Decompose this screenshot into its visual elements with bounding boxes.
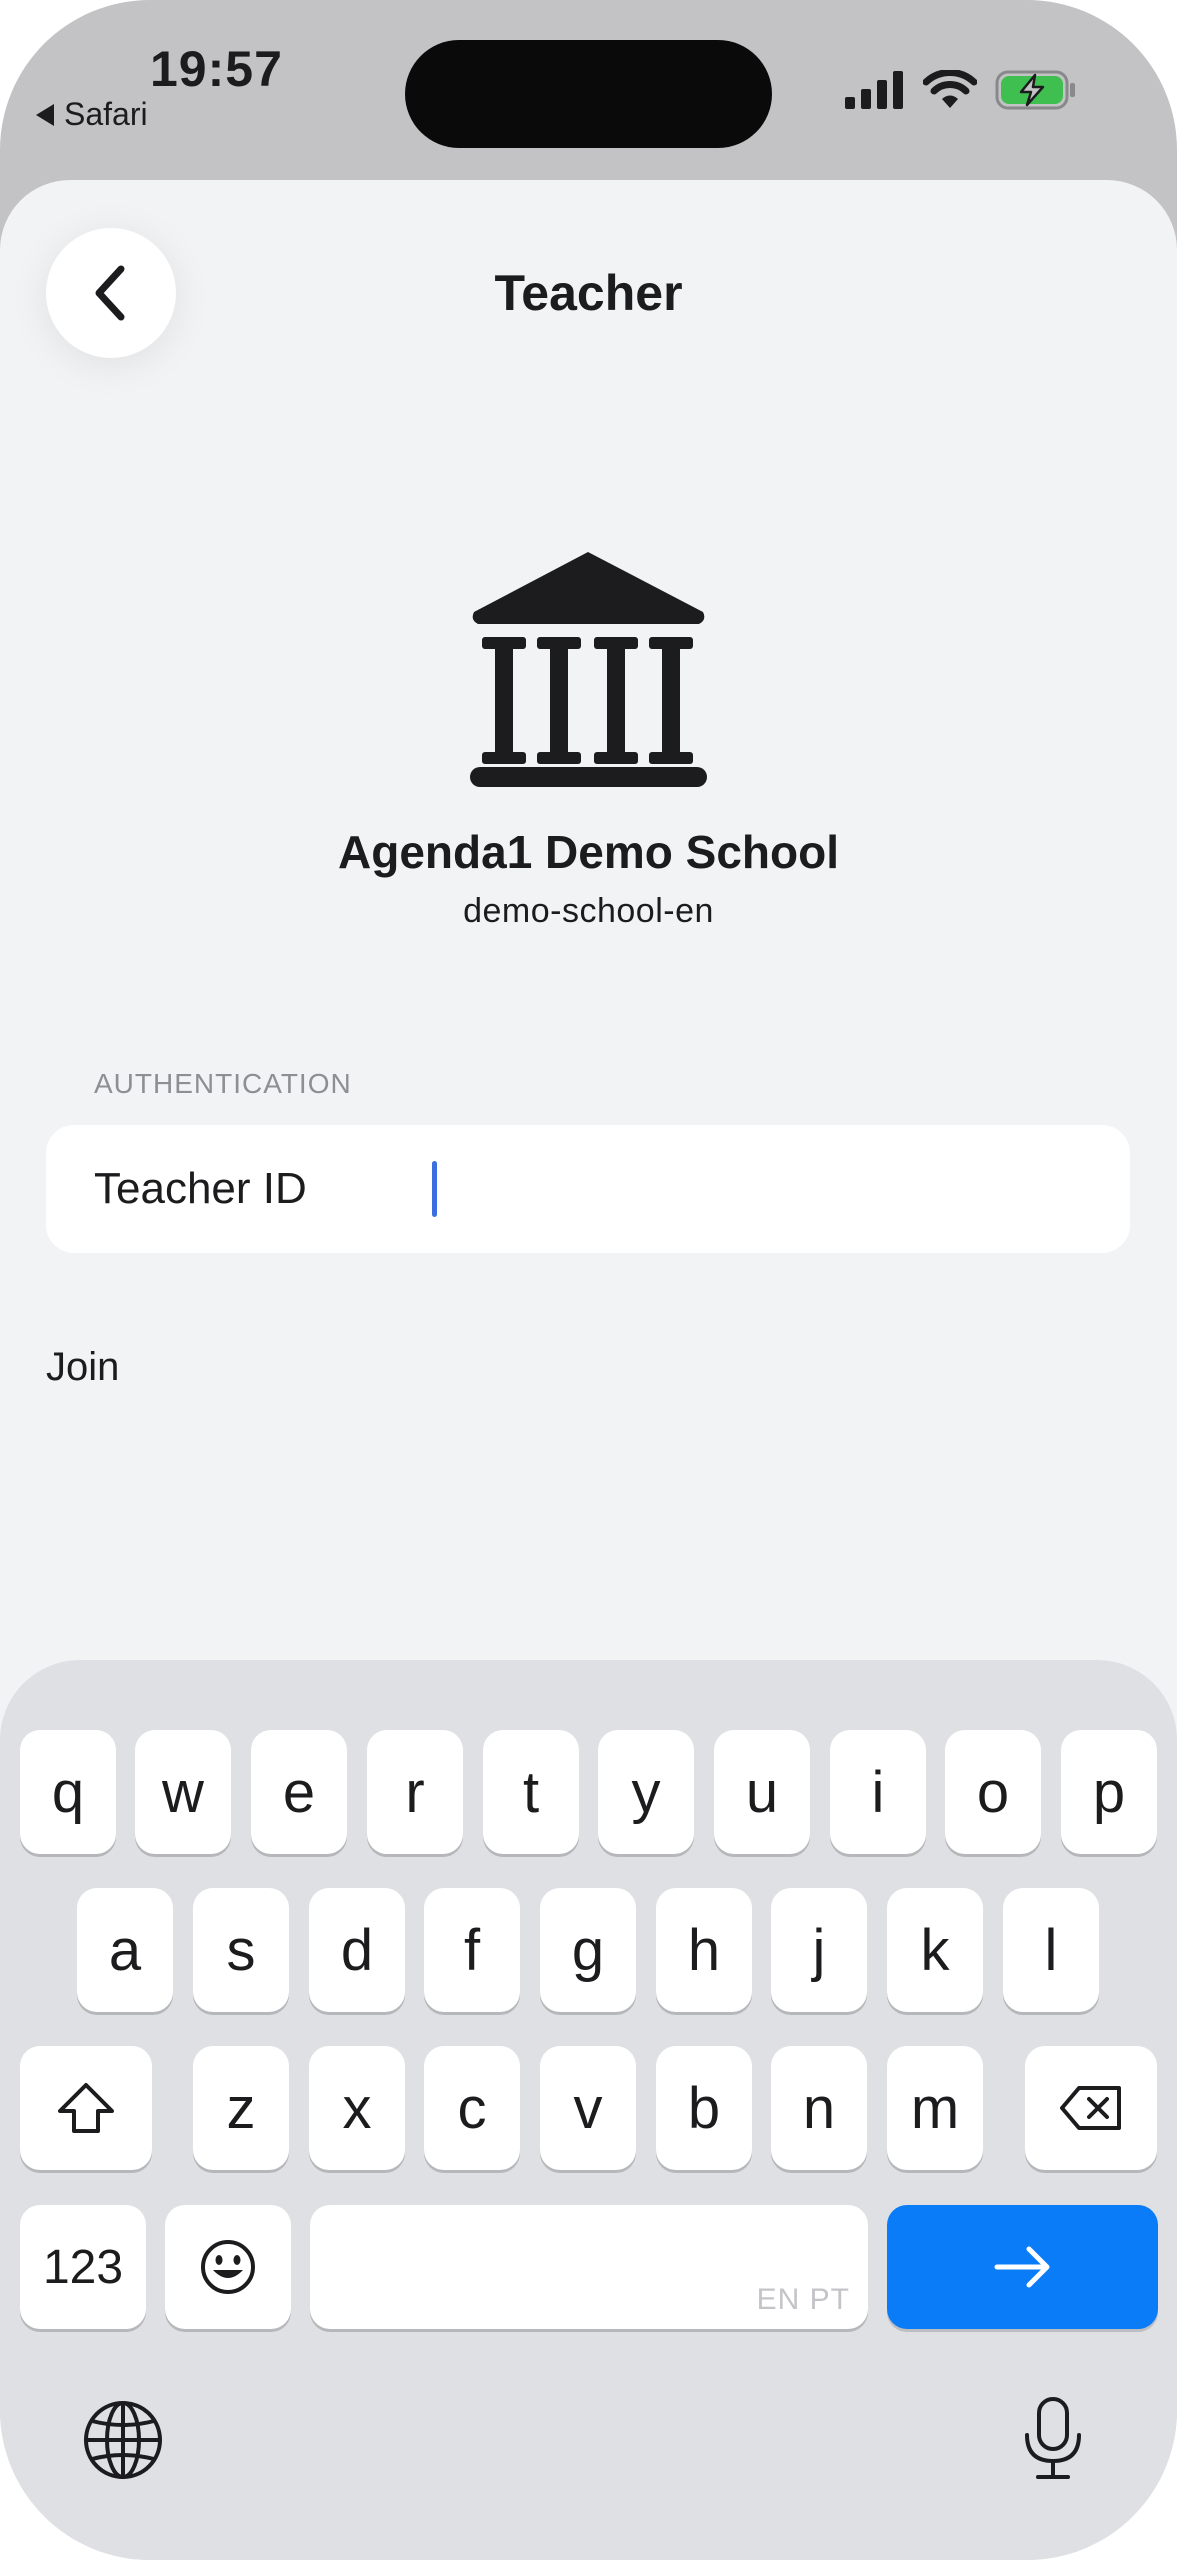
key-q[interactable]: q [20,1730,116,1854]
page-title: Teacher [494,265,683,321]
key-m[interactable]: m [887,2046,983,2170]
key-u[interactable]: u [714,1730,810,1854]
text-caret [432,1161,437,1217]
keyboard: q w e r t y u i o p a s d f g h j k l z … [0,1660,1177,2560]
back-triangle-icon [36,103,54,126]
space-key[interactable]: EN PT [310,2205,868,2329]
key-l[interactable]: l [1003,1888,1099,2012]
key-n[interactable]: n [771,2046,867,2170]
key-x[interactable]: x [309,2046,405,2170]
teacher-id-field[interactable]: Teacher ID [46,1125,1130,1253]
battery-charging-icon [995,70,1075,110]
authentication-section-header: AUTHENTICATION [94,1068,352,1099]
join-button[interactable]: Join [46,1345,119,1390]
key-f[interactable]: f [424,1888,520,2012]
key-c[interactable]: c [424,2046,520,2170]
key-d[interactable]: d [309,1888,405,2012]
key-r[interactable]: r [367,1730,463,1854]
key-w[interactable]: w [135,1730,231,1854]
globe-icon[interactable] [82,2399,164,2481]
school-slug: demo-school-en [463,892,714,930]
teacher-id-input[interactable] [386,1145,1106,1233]
keyboard-languages: EN PT [756,2283,850,2316]
dynamic-island [405,40,772,148]
emoji-smiley-icon [201,2240,255,2294]
back-to-safari-link[interactable]: Safari [36,96,148,133]
device-screen: 19:57 Safari Teacher Agenda1 Demo School… [0,0,1177,2560]
go-key[interactable] [887,2205,1158,2329]
key-i[interactable]: i [830,1730,926,1854]
backspace-key[interactable] [1025,2046,1157,2170]
back-app-label: Safari [64,96,148,132]
key-e[interactable]: e [251,1730,347,1854]
key-s[interactable]: s [193,1888,289,2012]
status-icons [845,70,1077,110]
key-p[interactable]: p [1061,1730,1157,1854]
shift-arrow-icon [58,2083,114,2133]
cellular-signal-icon [845,71,903,109]
bank-building-icon [470,552,707,787]
key-h[interactable]: h [656,1888,752,2012]
key-y[interactable]: y [598,1730,694,1854]
status-time: 19:57 [150,41,283,97]
wifi-icon [923,70,977,108]
key-z[interactable]: z [193,2046,289,2170]
key-b[interactable]: b [656,2046,752,2170]
numbers-key[interactable]: 123 [20,2205,146,2329]
microphone-icon[interactable] [1020,2395,1086,2481]
key-t[interactable]: t [483,1730,579,1854]
key-j[interactable]: j [771,1888,867,2012]
delete-backspace-icon [1060,2086,1121,2130]
key-a[interactable]: a [77,1888,173,2012]
school-name: Agenda1 Demo School [338,826,839,878]
emoji-key[interactable] [165,2205,291,2329]
teacher-id-label: Teacher ID [94,1164,307,1213]
key-o[interactable]: o [945,1730,1041,1854]
arrow-right-icon [994,2246,1049,2288]
shift-key[interactable] [20,2046,152,2170]
key-v[interactable]: v [540,2046,636,2170]
key-k[interactable]: k [887,1888,983,2012]
key-g[interactable]: g [540,1888,636,2012]
